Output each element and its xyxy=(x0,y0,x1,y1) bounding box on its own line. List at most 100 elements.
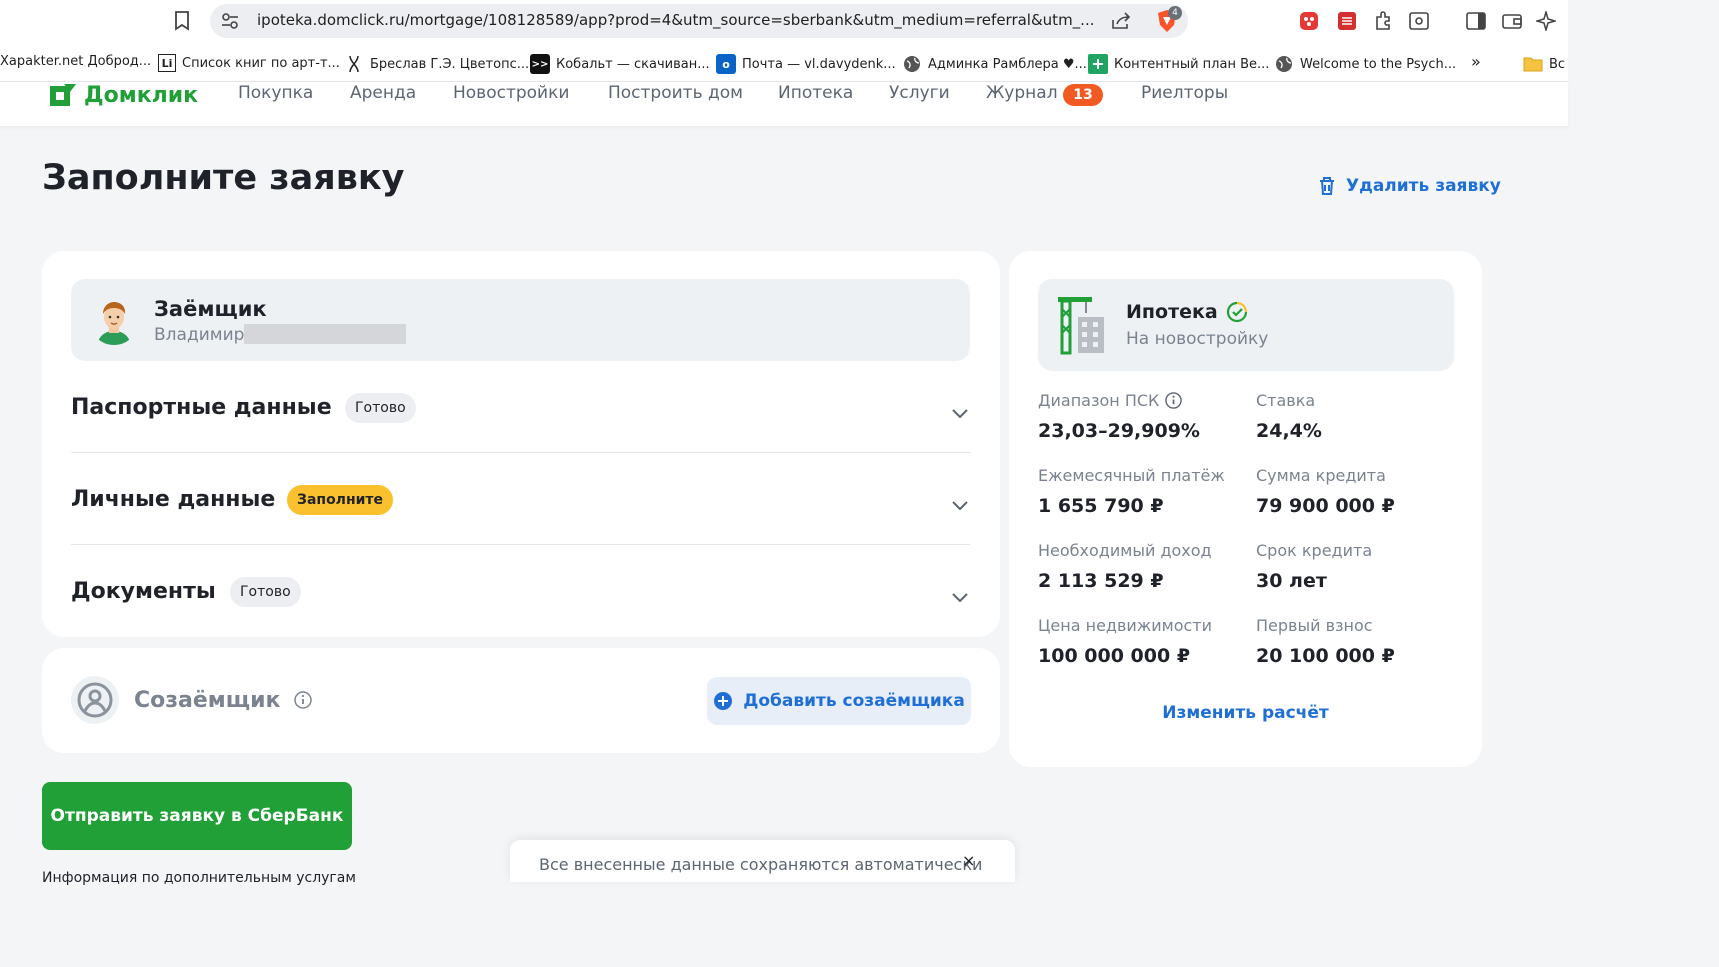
folder-icon xyxy=(1523,54,1543,74)
stat-value-required-income: 2 113 529 ₽ xyxy=(1038,570,1164,592)
extension-layers-icon[interactable] xyxy=(1336,10,1358,32)
dna-icon xyxy=(344,54,364,74)
nav-item-new-buildings[interactable]: Новостройки xyxy=(453,83,569,103)
section-personal[interactable]: Личные данные Заполните xyxy=(71,453,970,545)
stat-label-monthly-payment: Ежемесячный платёж xyxy=(1038,466,1225,485)
trash-icon xyxy=(1320,177,1334,195)
stat-value-loan-term: 30 лет xyxy=(1256,570,1327,592)
info-icon[interactable] xyxy=(294,691,312,709)
section-title: Документы xyxy=(71,579,216,604)
avatar xyxy=(89,295,139,345)
terminal-icon: >> xyxy=(530,54,550,74)
globe-icon xyxy=(1274,54,1294,74)
nav-item-services[interactable]: Услуги xyxy=(889,83,950,103)
sheets-icon xyxy=(1088,54,1108,74)
nav-item-realtors[interactable]: Риелторы xyxy=(1141,83,1228,103)
additional-services-info[interactable]: Информация по дополнительным услугам xyxy=(42,870,356,886)
extensions-puzzle-icon[interactable] xyxy=(1372,10,1394,32)
change-calculation-link[interactable]: Изменить расчёт xyxy=(1009,703,1482,723)
bookmark-icon[interactable] xyxy=(170,9,194,33)
browser-toolbar: ipoteka.domclick.ru/mortgage/108128589/a… xyxy=(0,0,1568,43)
borrower-name: Владимир xyxy=(154,325,245,345)
globe-icon xyxy=(902,54,922,74)
info-icon[interactable] xyxy=(1165,392,1183,409)
stat-label-loan-amount: Сумма кредита xyxy=(1256,466,1386,485)
nav-item-journal[interactable]: Журнал xyxy=(986,83,1058,103)
section-documents[interactable]: Документы Готово xyxy=(71,545,970,637)
bookmark-item[interactable]: Li Список книг по арт-т... xyxy=(158,54,340,72)
li-icon: Li xyxy=(158,54,176,72)
delete-application-button[interactable]: Удалить заявку xyxy=(1318,176,1501,196)
status-badge: Заполните xyxy=(287,485,394,515)
stat-label-loan-term: Срок кредита xyxy=(1256,541,1373,560)
leo-ai-icon[interactable] xyxy=(1535,10,1557,32)
toast-text: Все внесенные данные сохраняются автомат… xyxy=(539,855,983,874)
site-header: Домклик Покупка Аренда Новостройки Постр… xyxy=(0,82,1568,126)
mortgage-summary-card: Ипотека На новостройку Диапазон ПСК 23,0… xyxy=(1009,251,1482,767)
crane-building-icon xyxy=(1058,297,1104,355)
section-passport[interactable]: Паспортные данные Готово xyxy=(71,361,970,453)
borrower-card: Заёмщик Владимир Паспортные данные Готов… xyxy=(42,251,1000,637)
verified-check-icon xyxy=(1226,301,1247,323)
stat-value-monthly-payment: 1 655 790 ₽ xyxy=(1038,495,1164,517)
bookmark-folder[interactable]: Вс xyxy=(1523,54,1565,74)
mortgage-product-header: Ипотека На новостройку xyxy=(1038,279,1454,371)
outlook-icon: o xyxy=(716,54,736,74)
address-bar[interactable]: ipoteka.domclick.ru/mortgage/108128589/a… xyxy=(210,4,1188,38)
close-icon[interactable]: × xyxy=(962,851,975,870)
section-title: Личные данные xyxy=(71,487,276,512)
bookmark-item[interactable]: Welcome to the Psych... xyxy=(1274,54,1456,74)
borrower-title: Заёмщик xyxy=(154,297,267,321)
bookmarks-bar: Xapakter.net Доброд... Li Список книг по… xyxy=(0,43,1568,82)
brave-shield-icon[interactable]: 4 xyxy=(1154,6,1182,34)
mortgage-subtitle: На новостройку xyxy=(1126,329,1269,349)
page-title: Заполните заявку xyxy=(42,158,405,198)
site-settings-icon[interactable] xyxy=(220,11,240,31)
chevron-down-icon[interactable] xyxy=(950,587,970,607)
submit-application-button[interactable]: Отправить заявку в СберБанк xyxy=(42,782,352,850)
plus-circle-icon xyxy=(714,692,733,710)
bookmark-item[interactable]: Бреслав Г.Э. Цветопс... xyxy=(344,54,529,74)
stat-value-property-price: 100 000 000 ₽ xyxy=(1038,645,1191,667)
nav-item-purchase[interactable]: Покупка xyxy=(238,83,313,103)
bookmark-item[interactable]: o Почта — vl.davydenk... xyxy=(716,54,896,74)
autosave-toast: Все внесенные данные сохраняются автомат… xyxy=(510,840,1015,882)
extension-red-icon[interactable] xyxy=(1298,10,1320,32)
chevron-down-icon[interactable] xyxy=(950,403,970,423)
stat-label-psk: Диапазон ПСК xyxy=(1038,391,1183,410)
stat-label-down-payment: Первый взнос xyxy=(1256,616,1373,635)
more-bookmarks-button[interactable]: » xyxy=(1471,52,1481,71)
bookmark-item[interactable]: >> Кобальт — скачиван... xyxy=(530,54,710,74)
chevron-down-icon[interactable] xyxy=(950,495,970,515)
coborrower-title: Созаёмщик xyxy=(134,688,312,713)
stat-value-psk: 23,03–29,909% xyxy=(1038,420,1200,442)
add-coborrower-button[interactable]: Добавить созаёмщика xyxy=(707,677,971,725)
domclick-logo-icon xyxy=(50,84,76,106)
status-badge: Готово xyxy=(345,393,416,423)
reader-mode-icon[interactable] xyxy=(1408,10,1430,32)
nav-item-mortgage[interactable]: Ипотека xyxy=(778,83,853,103)
extension-badge: 4 xyxy=(1168,6,1182,20)
wallet-icon[interactable] xyxy=(1501,10,1523,32)
stat-value-rate: 24,4% xyxy=(1256,420,1322,442)
stat-value-down-payment: 20 100 000 ₽ xyxy=(1256,645,1395,667)
url-text[interactable]: ipoteka.domclick.ru/mortgage/108128589/a… xyxy=(257,11,1097,29)
journal-badge: 13 xyxy=(1063,84,1103,106)
domclick-logo[interactable]: Домклик xyxy=(48,82,198,108)
stat-label-property-price: Цена недвижимости xyxy=(1038,616,1212,635)
share-icon[interactable] xyxy=(1110,10,1132,32)
user-circle-icon xyxy=(71,676,119,724)
bookmark-item[interactable]: Контентный план Ве... xyxy=(1088,54,1269,74)
section-title: Паспортные данные xyxy=(71,395,332,420)
mortgage-title: Ипотека xyxy=(1126,301,1248,323)
stat-label-required-income: Необходимый доход xyxy=(1038,541,1212,560)
sidebar-toggle-icon[interactable] xyxy=(1465,10,1487,32)
stat-value-loan-amount: 79 900 000 ₽ xyxy=(1256,495,1395,517)
bookmark-item[interactable]: Админка Рамблера ♥... xyxy=(902,54,1087,74)
nav-item-build-house[interactable]: Построить дом xyxy=(608,83,743,103)
bookmark-item[interactable]: Xapakter.net Доброд... xyxy=(0,54,151,69)
redacted-surname xyxy=(244,324,406,344)
stat-label-rate: Ставка xyxy=(1256,391,1316,410)
nav-item-rent[interactable]: Аренда xyxy=(350,83,416,103)
borrower-header: Заёмщик Владимир xyxy=(71,279,970,361)
